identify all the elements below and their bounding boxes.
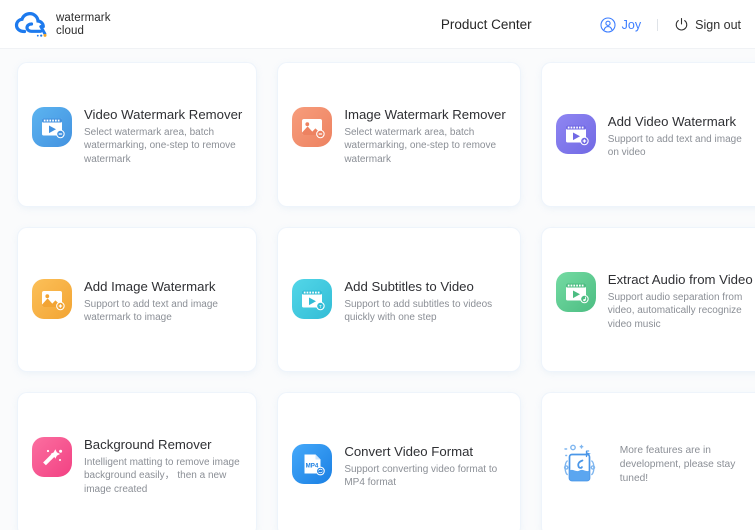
header-divider <box>657 18 659 31</box>
user-name-label: Joy <box>621 17 642 32</box>
user-menu[interactable]: Joy <box>600 16 642 33</box>
extract-audio-icon <box>555 271 596 312</box>
feature-card-grid: Video Watermark Remover Select watermark… <box>0 49 755 530</box>
card-description: Support converting video format to MP4 f… <box>344 463 498 488</box>
brand-logo-block[interactable]: watermark cloud <box>14 11 111 38</box>
video-watermark-remover-icon <box>32 106 72 147</box>
card-title: Add Image Watermark <box>84 278 216 294</box>
card-title: Image Watermark Remover <box>344 106 506 122</box>
card-title: Add Video Watermark <box>607 113 737 129</box>
brand-name: watermark cloud <box>56 12 111 38</box>
card-video-watermark-remover[interactable]: Video Watermark Remover Select watermark… <box>18 63 257 206</box>
card-add-subtitles-to-video[interactable]: T Add Subtitles to Video Support to add … <box>278 228 520 371</box>
add-video-watermark-icon <box>555 113 596 154</box>
convert-video-format-icon: MP4 <box>292 443 333 484</box>
card-title: Extract Audio from Video <box>607 271 753 287</box>
brand-line-1: watermark <box>56 11 111 24</box>
image-watermark-remover-icon <box>292 106 333 147</box>
card-title: Convert Video Format <box>344 443 474 459</box>
card-description: Support to add subtitles to videos quick… <box>344 298 493 323</box>
card-more-features-placeholder: More features are in development, please… <box>541 393 755 530</box>
card-description: Support to add text and image on video <box>607 133 742 158</box>
placeholder-message: More features are in development, please… <box>619 444 736 484</box>
app-header: watermark cloud Product Center Joy Sign … <box>0 0 755 49</box>
card-description: Select watermark area, batch watermarkin… <box>344 126 497 165</box>
brand-line-2: cloud <box>56 24 84 37</box>
cloud-logo-icon <box>14 11 47 37</box>
power-icon <box>675 17 688 31</box>
card-description: Intelligent matting to remove image back… <box>84 456 240 495</box>
svg-text:T: T <box>319 304 322 309</box>
card-image-watermark-remover[interactable]: Image Watermark Remover Select watermark… <box>278 63 520 206</box>
user-circle-icon <box>600 16 616 33</box>
card-add-video-watermark[interactable]: Add Video Watermark Support to add text … <box>541 63 755 206</box>
sign-out-label: Sign out <box>695 17 741 32</box>
card-description: Select watermark area, batch watermarkin… <box>84 126 236 165</box>
card-background-remover[interactable]: Background Remover Intelligent matting t… <box>18 393 257 530</box>
card-add-image-watermark[interactable]: Add Image Watermark Support to add text … <box>18 228 257 371</box>
card-extract-audio-from-video[interactable]: Extract Audio from Video Support audio s… <box>541 228 755 371</box>
card-description: Support to add text and image watermark … <box>84 298 218 323</box>
sign-out-button[interactable]: Sign out <box>674 17 741 32</box>
card-title: Background Remover <box>84 436 212 452</box>
add-subtitles-icon: T <box>292 278 333 319</box>
development-illustration-icon <box>563 444 595 481</box>
card-title: Add Subtitles to Video <box>344 278 474 294</box>
card-title: Video Watermark Remover <box>84 106 243 122</box>
background-remover-icon <box>32 436 72 477</box>
header-right-group: Product Center Joy Sign out <box>441 16 741 33</box>
card-convert-video-format[interactable]: MP4 Convert Video Format Support convert… <box>278 393 520 530</box>
card-description: Support audio separation from video, aut… <box>607 291 743 330</box>
product-center-link[interactable]: Product Center <box>441 17 532 32</box>
add-image-watermark-icon <box>32 278 72 319</box>
